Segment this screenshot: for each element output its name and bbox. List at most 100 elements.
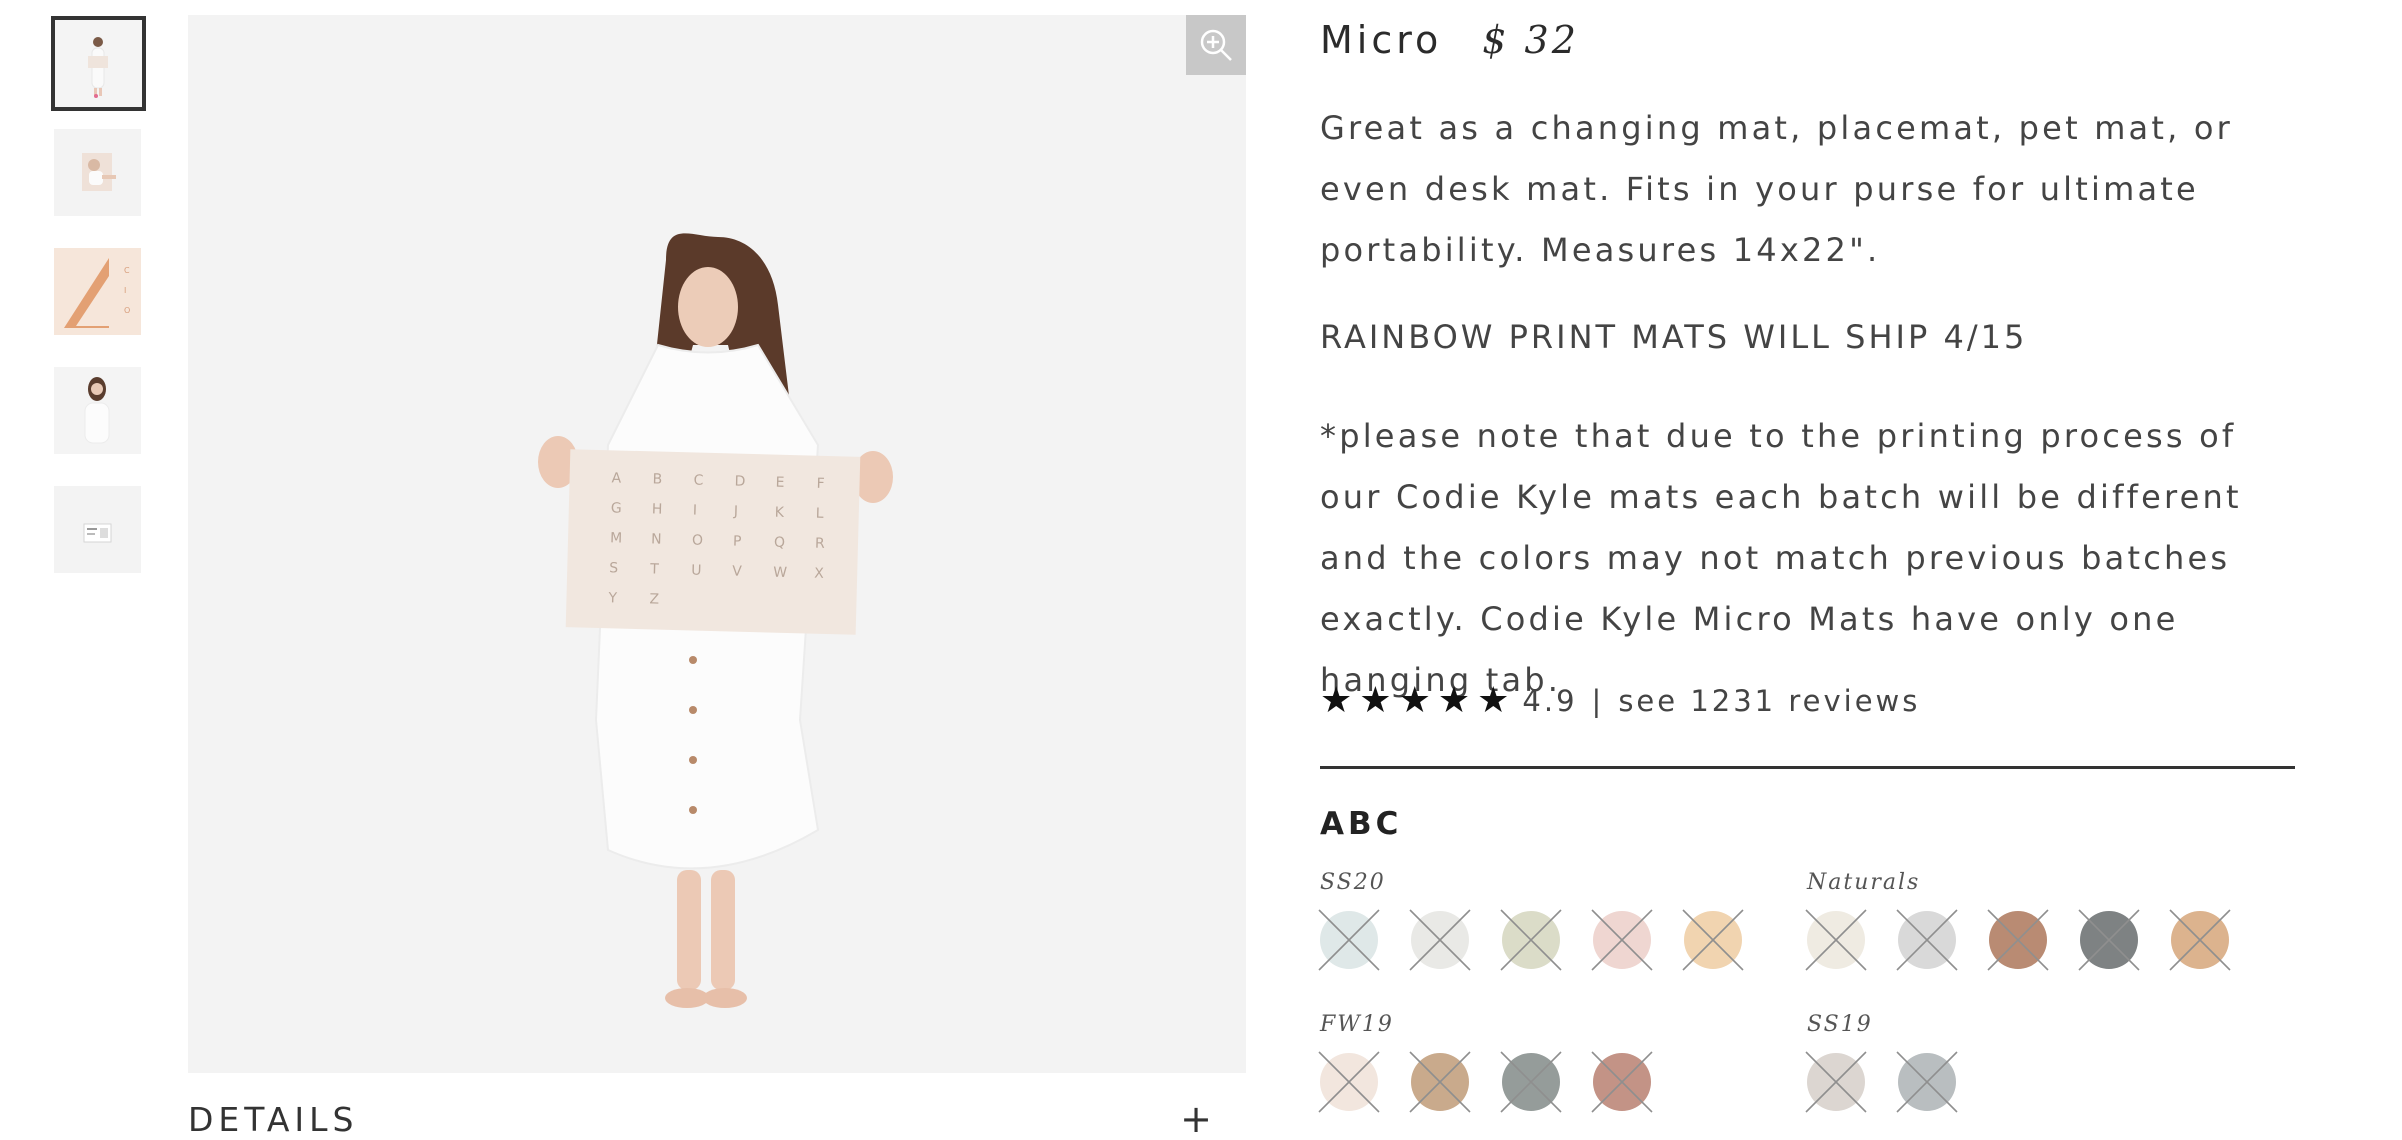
reviews-link[interactable]: see 1231 reviews [1618, 684, 1920, 718]
shipping-note: RAINBOW PRINT MATS WILL SHIP 4/15 [1320, 318, 2028, 356]
thumbnail-mat-tag[interactable] [54, 486, 141, 573]
color-swatch[interactable] [2169, 909, 2231, 971]
swatch-group-label: Naturals [1807, 870, 1921, 895]
details-label: DETAILS [188, 1099, 359, 1139]
color-swatch[interactable] [1318, 909, 1380, 971]
mat-letter: L [816, 506, 824, 522]
color-swatch[interactable] [1500, 1051, 1562, 1113]
color-swatch[interactable] [1591, 909, 1653, 971]
swatch-list [1805, 1051, 1958, 1115]
svg-text:C: C [124, 266, 130, 275]
printing-note: *please note that due to the printing pr… [1320, 417, 2242, 699]
mat-letter: U [691, 562, 702, 578]
mat-letter: R [815, 536, 825, 552]
unavailable-cross-icon [1500, 909, 1562, 971]
star-rating: ★ ★ ★ ★ ★ [1320, 683, 1512, 719]
mat-letter: Z [649, 591, 659, 607]
unavailable-cross-icon [1987, 909, 2049, 971]
svg-text:I: I [124, 286, 126, 295]
thumbnail-rainbow-print-mat[interactable]: C I O [54, 248, 141, 335]
color-swatch[interactable] [1896, 1051, 1958, 1113]
mat-letter: Y [607, 590, 617, 606]
product-photo: A B C D E F G H I J K L M N O P Q R S T U V W X Y Z [188, 15, 1246, 1073]
mat-letter: M [610, 530, 623, 546]
details-accordion[interactable]: DETAILS + [188, 1098, 1246, 1140]
star-icon: ★ [1398, 680, 1434, 721]
mat-letter: Q [774, 535, 785, 551]
color-swatch[interactable] [1987, 909, 2049, 971]
mat-letter: C [693, 472, 703, 488]
mat-letter: B [652, 471, 662, 487]
color-swatch[interactable] [1500, 909, 1562, 971]
product-title: Micro [1320, 18, 1443, 62]
color-swatch[interactable] [1409, 1051, 1471, 1113]
unavailable-cross-icon [2078, 909, 2140, 971]
mat-letter: J [733, 504, 739, 520]
unavailable-cross-icon [1805, 909, 1867, 971]
product-page: C I O A B C D E F G H I J K L M N O P Q … [0, 0, 2402, 1140]
zoom-in-icon [1200, 29, 1232, 61]
unavailable-cross-icon [1896, 1051, 1958, 1113]
rating-score: 4.9 [1522, 684, 1578, 718]
unavailable-cross-icon [1591, 1051, 1653, 1113]
mat-letter: I [693, 502, 698, 518]
color-swatch[interactable] [1318, 1051, 1380, 1113]
swatch-group-label: FW19 [1320, 1012, 1394, 1037]
mat-letter: E [775, 475, 784, 491]
rating-row: ★ ★ ★ ★ ★ 4.9 | see 1231 reviews [1320, 683, 1920, 719]
swatch-group-label: SS19 [1807, 1012, 1873, 1037]
unavailable-cross-icon [2169, 909, 2231, 971]
mat-letter: V [732, 564, 742, 580]
mat-letter: O [692, 532, 703, 548]
mat-letter: S [609, 560, 618, 576]
star-icon: ★ [1437, 680, 1474, 721]
product-title-row: Micro $ 32 [1320, 18, 1579, 62]
star-icon: ★ [1320, 680, 1356, 721]
unavailable-cross-icon [1682, 909, 1744, 971]
svg-text:O: O [124, 306, 130, 315]
star-icon: ★ [1477, 680, 1513, 721]
unavailable-cross-icon [1896, 909, 1958, 971]
mat-letter: G [611, 500, 622, 516]
color-swatch[interactable] [1896, 909, 1958, 971]
main-product-image[interactable]: A B C D E F G H I J K L M N O P Q R S T U V W X Y Z [188, 15, 1246, 1073]
mat-letter: F [816, 476, 824, 492]
mat-letter: K [775, 505, 785, 521]
option-section-title: ABC [1320, 806, 1403, 842]
star-icon: ★ [1359, 680, 1395, 721]
swatch-group-label: SS20 [1320, 870, 1386, 895]
swatch-list [1318, 1051, 1653, 1115]
thumbnail-child-on-mat[interactable] [54, 129, 141, 216]
color-swatch[interactable] [1591, 1051, 1653, 1113]
mat-letter: P [733, 534, 742, 550]
product-description: Great as a changing mat, placemat, pet m… [1320, 109, 2233, 269]
swatch-group-ss20: SS20 [1318, 870, 1744, 973]
mat-letter: H [652, 501, 663, 517]
mat-letter: X [814, 566, 824, 582]
expand-plus-icon[interactable]: + [1180, 1100, 1212, 1138]
unavailable-cross-icon [1500, 1051, 1562, 1113]
swatch-group-ss19: SS19 [1805, 1012, 1958, 1115]
zoom-button[interactable] [1186, 15, 1246, 75]
thumbnail-woman-holding-mat[interactable] [51, 16, 146, 111]
product-price: $ 32 [1482, 18, 1579, 62]
color-swatch[interactable] [1409, 909, 1471, 971]
mat-letter: N [651, 531, 662, 547]
mat-letter: W [773, 565, 787, 581]
mat-letter: D [734, 474, 745, 490]
color-swatch[interactable] [1682, 909, 1744, 971]
color-swatch[interactable] [2078, 909, 2140, 971]
mat-letter: T [649, 561, 659, 577]
mat-letter: A [611, 470, 621, 486]
swatch-group-naturals: Naturals [1805, 870, 2231, 973]
color-swatch[interactable] [1805, 1051, 1867, 1113]
swatch-group-fw19: FW19 [1318, 1012, 1653, 1115]
swatch-list [1318, 909, 1744, 973]
unavailable-cross-icon [1409, 909, 1471, 971]
swatch-list [1805, 909, 2231, 973]
rating-separator: | [1591, 684, 1605, 718]
divider [1320, 766, 2295, 769]
color-swatch[interactable] [1805, 909, 1867, 971]
thumbnail-woman-portrait[interactable] [54, 367, 141, 454]
unavailable-cross-icon [1805, 1051, 1867, 1113]
